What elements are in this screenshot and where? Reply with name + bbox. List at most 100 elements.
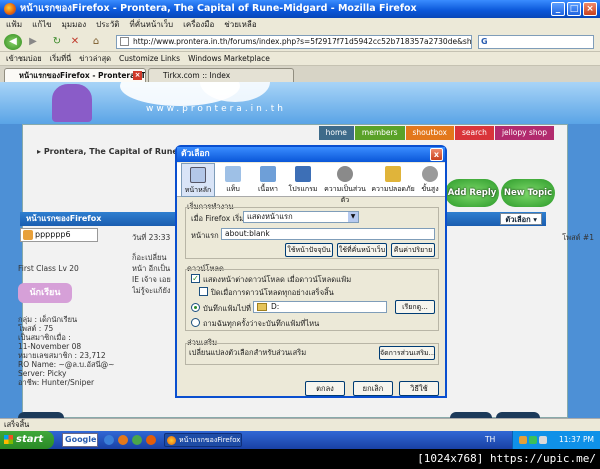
menu-history[interactable]: ประวัติ [96,18,119,32]
tab-advanced[interactable]: ขั้นสูง [417,163,443,197]
bookmark-latest-headlines[interactable]: ข่าวล่าสุด [79,52,111,65]
user-ro-name: RO Name: ~@ล.บ.อัสนี@~ [18,360,115,369]
menu-bar: แฟ้ม แก้ไข มุมมอง ประวัติ ที่คั่นหน้าเว็… [0,18,600,32]
mascot-image [52,84,92,122]
bookmark-getting-started[interactable]: เริ่มที่นี่ [50,52,72,65]
menu-view[interactable]: มุมมอง [62,18,87,32]
stop-icon[interactable]: ✕ [68,34,82,50]
close-when-done-label: ปิดเมื่อการดาวน์โหลดทุกอย่างเสร็จสิ้น [211,288,334,297]
show-downloads-checkbox[interactable]: ✓ [191,274,200,283]
restore-default-button[interactable]: คืนค่าปริยาย [391,243,435,257]
options-dialog: ตัวเลือก x หน้าหลัก แท็บ เนื้อหา โปรแกรม… [175,145,447,398]
user-rank: First Class Lv 20 [18,264,79,273]
taskbar-firefox-item[interactable]: หน้าแรกของFirefox - ... [164,433,242,447]
google-search-icon: G [481,37,488,46]
nav-search[interactable]: search [455,126,494,140]
back-button[interactable]: ◀ [4,34,22,50]
menu-file[interactable]: แฟ้ม [6,18,22,32]
taskbar: start Google หน้าแรกของFirefox - ... TH … [0,431,600,449]
privacy-icon [337,166,353,182]
menu-help[interactable]: ช่วยเหลือ [224,18,256,32]
save-to-label: บันทึกแฟ้มไปที่ [203,304,251,313]
use-current-pages-button[interactable]: ใช้หน้าปัจจุบัน [285,243,333,257]
page-icon [120,37,129,46]
site-url-text: www.prontera.in.th [146,104,286,114]
forward-button[interactable]: ▶ [24,34,42,50]
bookmarks-toolbar: เข้าชมบ่อย เริ่มที่นี่ ข่าวล่าสุด Custom… [0,52,600,66]
ok-button[interactable]: ตกลง [305,381,345,396]
rank-badge: นักเรียน [18,283,72,303]
when-starts-select[interactable]: แสดงหน้าแรก ▼ [243,211,359,223]
nav-home[interactable]: home [318,126,354,140]
user-group: กลุ่ม : เด็กนักเรียน [18,315,78,324]
language-indicator[interactable]: TH [485,431,495,449]
reload-icon[interactable]: ↻ [50,34,64,50]
search-box[interactable]: G [478,35,594,49]
desktop-icon[interactable] [132,435,142,445]
menu-tools[interactable]: เครื่องมือ [183,18,214,32]
options-tabs: หน้าหลัก แท็บ เนื้อหา โปรแกรม ความเป็นส่… [177,163,445,204]
advanced-icon [422,166,438,182]
homepage-input[interactable]: about:blank [221,228,435,240]
applications-icon [295,166,311,182]
cancel-button[interactable]: ยกเลิก [353,381,393,396]
firefox-icon [167,436,176,445]
url-bar[interactable]: http://www.prontera.in.th/forums/index.p… [116,35,472,49]
nav-jellopy-shop[interactable]: jellopy shop [494,126,554,140]
site-nav: home members shoutbox search jellopy sho… [318,126,554,140]
addons-description: เปลี่ยนแปลงตัวเลือกสำหรับส่วนเสริม [189,348,307,357]
bookmark-most-visited[interactable]: เข้าชมบ่อย [6,52,42,65]
add-reply-button[interactable]: Add Reply [445,179,499,207]
nav-members[interactable]: members [354,126,405,140]
close-tab-icon[interactable]: × [133,71,142,80]
minimize-button[interactable]: _ [551,2,565,16]
post-title: หน้าแรกของFirefox [26,214,102,223]
post-username[interactable]: pppppp6 [20,228,98,242]
tab-tirkx[interactable]: Tirkx.com :: Index [148,68,294,82]
firefox-icon[interactable] [118,435,128,445]
bookmark-customize-links[interactable]: Customize Links [119,52,180,65]
user-job: อาชีพ: Hunter/Sniper [18,378,95,387]
tab-security[interactable]: ความปลอดภัย [371,163,415,197]
manage-addons-button[interactable]: จัดการส่วนเสริม... [379,346,435,360]
tab-applications[interactable]: โปรแกรม [285,163,321,197]
dialog-close-button[interactable]: x [430,148,443,161]
tab-tabs[interactable]: แท็บ [217,163,249,197]
nav-shoutbox[interactable]: shoutbox [405,126,455,140]
tray-icon[interactable] [539,436,547,444]
save-to-radio[interactable] [191,303,200,312]
post-options-button[interactable]: ตัวเลือก ▾ [500,213,542,225]
tab-privacy[interactable]: ความเป็นส่วนตัว [321,163,369,204]
security-icon [385,166,401,182]
tray-icon[interactable] [519,436,527,444]
start-button[interactable]: start [0,431,54,449]
tab-main[interactable]: หน้าหลัก [181,163,215,197]
close-when-done-checkbox[interactable] [199,287,208,296]
watermark: [1024x768] https://upic.me/ [417,452,596,465]
tab-prontera[interactable]: หน้าแรกของFirefox - Prontera, Th... × [4,68,146,82]
ie-icon[interactable] [104,435,114,445]
user-posts: โพสต์ : 75 [18,324,54,333]
show-downloads-label: แสดงหน้าต่างดาวน์โหลด เมื่อดาวน์โหลดแฟ้ม [203,275,352,284]
tab-content[interactable]: เนื้อหา [251,163,285,197]
close-window-button[interactable]: × [583,2,597,16]
firefox-icon[interactable] [146,435,156,445]
firefox-logo-icon [4,3,16,15]
new-topic-button[interactable]: New Topic [501,179,555,207]
dialog-title: ตัวเลือก x [177,147,445,162]
menu-bookmarks[interactable]: ที่คั่นหน้าเว็บ [129,18,173,32]
window-title: หน้าแรกของFirefox - Prontera, The Capita… [20,3,417,14]
always-ask-radio[interactable] [191,318,200,327]
bookmark-windows-marketplace[interactable]: Windows Marketplace [188,52,270,65]
user-icon [23,230,33,240]
menu-edit[interactable]: แก้ไข [32,18,52,32]
home-icon[interactable]: ⌂ [88,34,104,50]
browse-button[interactable]: เรียกดู... [395,300,435,314]
help-button[interactable]: วิธีใช้ [399,381,439,396]
use-bookmark-button[interactable]: ใช้ที่คั่นหน้าเว็บ [337,243,387,257]
tray-icon[interactable] [529,436,537,444]
maximize-button[interactable]: □ [567,2,581,16]
user-member-since: เป็นสมาชิกเมื่อ : [18,333,71,342]
post-number[interactable]: โพสต์ #1 [562,232,594,244]
google-toolbar[interactable]: Google [62,433,98,447]
